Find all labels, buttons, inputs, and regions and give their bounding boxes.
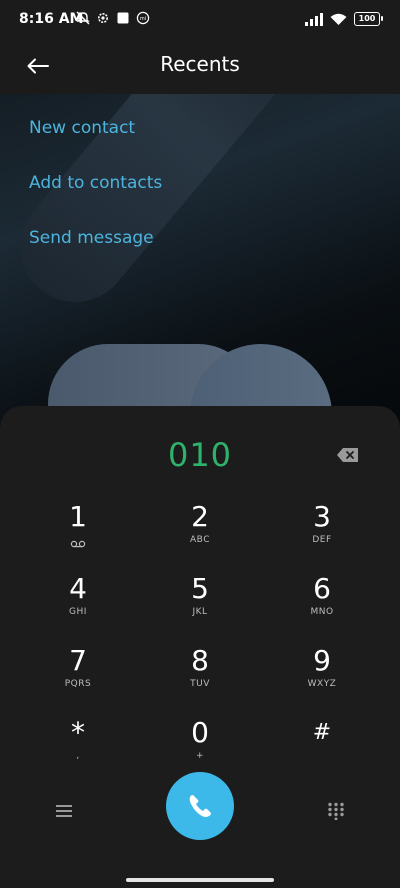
key-digit: 0	[191, 716, 209, 749]
key-letters: MNO	[310, 607, 334, 617]
key-letters: GHI	[69, 607, 87, 617]
new-contact-link[interactable]: New contact	[29, 118, 135, 138]
key-digit: 2	[191, 500, 209, 533]
key-2[interactable]: 2 ABC	[150, 501, 250, 561]
home-indicator[interactable]	[126, 878, 274, 882]
key-7[interactable]: 7 PQRS	[28, 645, 128, 705]
key-digit: *	[71, 716, 85, 749]
key-letters: ,	[76, 751, 80, 761]
key-letters: +	[195, 751, 205, 761]
phone-icon	[189, 795, 211, 817]
key-digit: 7	[69, 644, 87, 677]
add-to-contacts-link[interactable]: Add to contacts	[29, 173, 162, 193]
key-9[interactable]: 9 WXYZ	[272, 645, 372, 705]
header: Recents	[0, 38, 400, 94]
key-digit: 9	[313, 644, 331, 677]
key-6[interactable]: 6 MNO	[272, 573, 372, 633]
key-3[interactable]: 3 DEF	[272, 501, 372, 561]
voicemail-icon	[70, 540, 86, 548]
backspace-icon[interactable]	[336, 446, 360, 464]
key-4[interactable]: 4 GHI	[28, 573, 128, 633]
status-bar: 8:16 AM mi 100	[0, 0, 400, 38]
key-8[interactable]: 8 TUV	[150, 645, 250, 705]
key-digit: 5	[191, 572, 209, 605]
status-time: 8:16 AM	[19, 11, 84, 27]
key-letters: PQRS	[64, 679, 92, 689]
mi-icon: mi	[136, 11, 150, 25]
mute-icon	[76, 11, 90, 25]
status-icons-left: mi	[76, 11, 150, 25]
key-1[interactable]: 1	[28, 501, 128, 561]
key-digit: 8	[191, 644, 209, 677]
wifi-icon	[330, 13, 347, 25]
key-letters: WXYZ	[307, 679, 337, 689]
key-hash[interactable]: #	[272, 717, 372, 777]
key-letters: ABC	[190, 535, 210, 545]
dialpad-icon[interactable]	[327, 802, 345, 820]
page-title: Recents	[160, 52, 240, 76]
settings-icon	[98, 13, 108, 23]
call-button[interactable]	[166, 772, 234, 840]
status-icons-right: 100	[305, 12, 383, 26]
key-digit: 4	[69, 572, 87, 605]
key-digit: 3	[313, 500, 331, 533]
square-icon	[117, 12, 129, 24]
key-0[interactable]: 0 +	[150, 717, 250, 777]
key-letters: TUV	[190, 679, 210, 689]
key-digit: #	[312, 720, 332, 745]
signal-icon	[305, 12, 323, 26]
dialer-panel: 010 1 2 ABC 3 DEF 4 GHI 5 JKL 6 MNO 7 PQ…	[0, 406, 400, 888]
key-digit: 1	[69, 500, 87, 533]
key-digit: 6	[313, 572, 331, 605]
key-letters: DEF	[312, 535, 332, 545]
menu-icon[interactable]	[54, 803, 74, 819]
battery-indicator: 100	[354, 12, 383, 26]
send-message-link[interactable]: Send message	[29, 228, 154, 248]
key-5[interactable]: 5 JKL	[150, 573, 250, 633]
key-letters: JKL	[192, 607, 208, 617]
svg-text:mi: mi	[140, 16, 146, 22]
key-star[interactable]: * ,	[28, 717, 128, 777]
wallpaper-area	[0, 94, 400, 424]
